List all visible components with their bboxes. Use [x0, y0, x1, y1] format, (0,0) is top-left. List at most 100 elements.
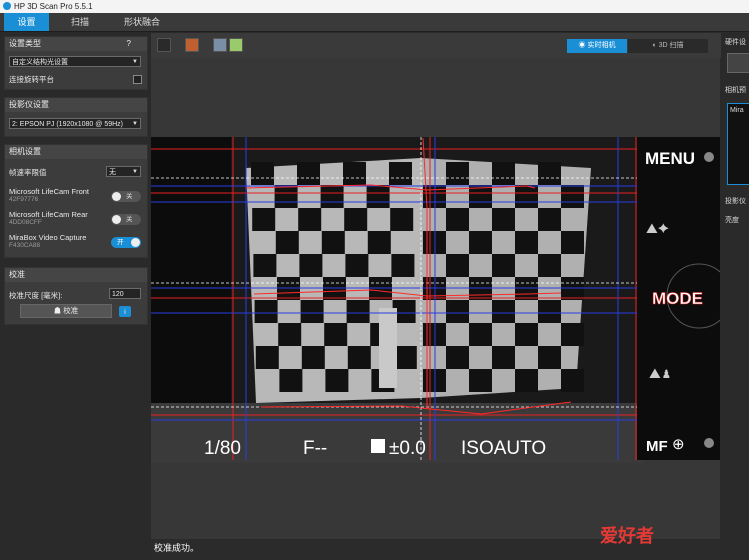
- checker-square: [324, 323, 348, 346]
- checker-square: [343, 162, 366, 185]
- checker-square: [346, 300, 370, 323]
- hud-portrait-icon: ⛰♟: [649, 365, 672, 381]
- checker-square: [301, 346, 325, 369]
- setup-type-panel: 设置类型? 自定义结构光设置 ▼ 连接旋转平台: [4, 36, 148, 90]
- help-icon[interactable]: ?: [127, 37, 131, 51]
- setup-type-header: 设置类型?: [5, 37, 147, 51]
- tab-shape-fusion[interactable]: 形状融合: [112, 13, 172, 31]
- camera-snapshot-icon[interactable]: [213, 38, 227, 52]
- checker-square: [390, 208, 414, 231]
- eye-icon[interactable]: [157, 38, 171, 52]
- checker-square: [446, 162, 469, 185]
- checker-square: [320, 185, 344, 208]
- checker-square: [345, 254, 369, 277]
- calibration-size-label: 校准尺度 [毫米]:: [9, 291, 63, 300]
- camera-name: Microsoft LifeCam Front: [9, 187, 90, 196]
- checker-square: [446, 254, 469, 277]
- zoom-in-icon: ⊕: [672, 436, 685, 453]
- hud-menu-dial-icon: [704, 152, 714, 162]
- right-panel: 硬件设 相机预 Mira 投影仪 亮度: [722, 33, 749, 560]
- checker-square: [538, 208, 561, 231]
- camera-name: Microsoft LifeCam Rear: [9, 210, 88, 219]
- hud-aperture: F--: [303, 438, 327, 459]
- checker-square: [446, 300, 469, 323]
- projector-select[interactable]: 2: EPSON PJ (1920x1080 @ 59Hz) ▼: [9, 118, 141, 129]
- setup-type-select[interactable]: 自定义结构光设置 ▼: [9, 56, 141, 67]
- checker-square: [347, 346, 371, 369]
- live-camera-toggle[interactable]: ◉ 实时相机: [567, 39, 627, 53]
- checker-square: [492, 162, 515, 185]
- toggle-knob: [112, 192, 121, 201]
- checker-square: [469, 369, 492, 392]
- hardware-box[interactable]: [727, 53, 749, 73]
- folder-icon[interactable]: [229, 38, 243, 52]
- camera-mirabox-toggle[interactable]: 开: [111, 237, 141, 248]
- checker-square: [253, 254, 277, 277]
- checker-square: [389, 162, 412, 185]
- tab-settings[interactable]: 设置: [4, 13, 49, 31]
- camera-name: MiraBox Video Capture: [9, 233, 87, 242]
- hud-mf: MF: [646, 438, 668, 455]
- checker-square: [515, 323, 538, 346]
- left-settings-panel: 设置类型? 自定义结构光设置 ▼ 连接旋转平台 投影仪设置 2: EPSON PJ…: [0, 32, 150, 560]
- tab-scan[interactable]: 扫描: [58, 13, 102, 31]
- calibrate-button[interactable]: ☗ 校准: [20, 304, 112, 318]
- hud-menu: MENU: [645, 149, 695, 168]
- chevron-down-icon: ▼: [132, 59, 138, 65]
- calibration-size-input[interactable]: 120: [109, 288, 141, 299]
- projector-right-header: 投影仪: [725, 198, 746, 205]
- scan-3d-toggle[interactable]: ◐ 3D 扫描: [628, 39, 708, 53]
- checker-square: [274, 185, 298, 208]
- live-camera-label: 实时相机: [587, 42, 616, 49]
- watermark-logo: 爱好者: [600, 526, 654, 547]
- calibrate-icon: ☗: [53, 306, 64, 315]
- checker-square: [561, 185, 584, 208]
- camera-header: 相机设置: [5, 145, 147, 159]
- window-title: HP 3D Scan Pro 5.5.1: [14, 2, 93, 11]
- checker-square: [538, 346, 561, 369]
- checker-square: [297, 162, 320, 185]
- camera-rear-toggle[interactable]: 关: [111, 214, 141, 225]
- checker-square: [251, 162, 274, 185]
- hud-shutter: 1/80: [204, 438, 241, 459]
- checker-square: [561, 369, 584, 392]
- scan-3d-label: 3D 扫描: [658, 42, 684, 49]
- app-logo-icon: [3, 2, 11, 10]
- checker-square: [561, 231, 584, 254]
- checker-square: [446, 346, 469, 369]
- chevron-down-icon: ▼: [132, 169, 138, 175]
- image-icon[interactable]: [185, 38, 199, 52]
- turntable-checkbox[interactable]: [133, 75, 142, 84]
- camera-id: 4DD08CFF: [9, 219, 42, 226]
- checker-square: [299, 254, 323, 277]
- camera-front-toggle[interactable]: 关: [111, 191, 141, 202]
- checker-square: [538, 300, 561, 323]
- checker-square: [298, 208, 322, 231]
- camera-id: 42F97776: [9, 196, 39, 203]
- camera-preview-thumbnail[interactable]: Mira: [727, 103, 749, 185]
- checker-square: [538, 254, 561, 277]
- exposure-comp-icon: [371, 439, 385, 453]
- checker-square: [515, 369, 538, 392]
- hud-mode: MODE: [652, 289, 703, 308]
- checker-square: [492, 300, 515, 323]
- checker-square: [391, 254, 415, 277]
- calibrate-button-label: 校准: [63, 306, 79, 315]
- checker-square: [325, 369, 349, 392]
- camera-feed: MENU ⛰✦ MODE ⛰♟ MF ⊕ 1/80 F-- ±0.0 ISOAU…: [151, 58, 732, 539]
- support-post: [379, 308, 397, 388]
- fps-select[interactable]: 无 ▼: [106, 166, 141, 177]
- checker-square: [321, 231, 345, 254]
- camera-viewport[interactable]: MENU ⛰✦ MODE ⛰♟ MF ⊕ 1/80 F-- ±0.0 ISOAU…: [151, 58, 732, 539]
- hud-iso: ISOAUTO: [461, 438, 546, 459]
- camera-id: F430CA88: [9, 242, 41, 249]
- projector-header: 投影仪设置: [5, 98, 147, 112]
- info-icon[interactable]: i: [119, 306, 131, 317]
- checker-square: [538, 162, 561, 185]
- checker-square: [255, 346, 279, 369]
- main-tab-bar: 设置 扫描 形状融合: [0, 13, 749, 32]
- toggle-label: 开: [117, 239, 124, 246]
- toggle-knob: [131, 238, 140, 247]
- calibration-panel: 校准 校准尺度 [毫米]: 120 ☗ 校准 i: [4, 267, 148, 325]
- checker-square: [492, 208, 515, 231]
